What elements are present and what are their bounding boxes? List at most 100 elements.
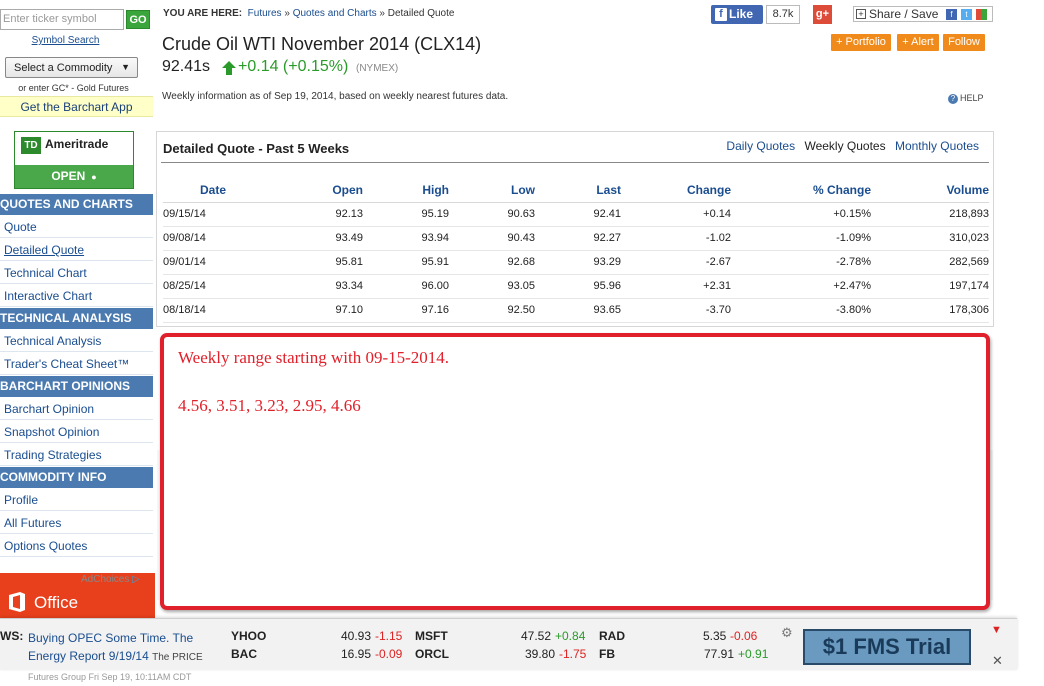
google-plus-button[interactable]: g+ [813, 5, 832, 24]
adchoices-link[interactable]: AdChoices ▷ [81, 574, 140, 585]
col-pct-change: % Change [731, 178, 871, 203]
annotation-box: Weekly range starting with 09-15-2014. 4… [160, 333, 990, 610]
ticker-quote[interactable]: YHOO 40.93 -1.15 [231, 629, 404, 643]
help-link[interactable]: ? HELP [948, 93, 984, 104]
cell-open: 95.81 [263, 250, 363, 275]
cell-last: 95.96 [535, 274, 621, 299]
table-row: 09/01/14 95.81 95.91 92.68 93.29 -2.67 -… [163, 250, 989, 275]
breadcrumb-detailed-quote: Detailed Quote [387, 8, 455, 19]
tab-monthly-quotes[interactable]: Monthly Quotes [895, 139, 979, 153]
commodity-select[interactable]: Select a Commodity ▼ [5, 57, 138, 78]
ticker-quote[interactable]: ORCL 39.80 -1.75 [415, 647, 590, 661]
quote-period-tabs: Daily Quotes Weekly Quotes Monthly Quote… [720, 139, 979, 153]
news-meta: Futures Group Fri Sep 19, 10:11AM CDT [28, 672, 192, 682]
nav-header-commodity-info: COMMODITY INFO [0, 467, 153, 488]
google-share-icon[interactable] [976, 9, 987, 20]
plus-icon: + [856, 9, 866, 19]
cell-low: 90.43 [449, 226, 535, 251]
sidebar-item-interactive-chart[interactable]: Interactive Chart [0, 285, 153, 307]
table-row: 09/15/14 92.13 95.19 90.63 92.41 +0.14 +… [163, 202, 989, 227]
cell-high: 95.91 [363, 250, 449, 275]
cell-change: -1.02 [621, 226, 731, 251]
col-open: Open [263, 178, 363, 203]
fms-trial-ad[interactable]: $1 FMS Trial [803, 629, 971, 665]
ticker-symbol: RAD [599, 629, 625, 643]
table-row: 08/25/14 93.34 96.00 93.05 95.96 +2.31 +… [163, 274, 989, 299]
ticker-quote[interactable]: MSFT 47.52 +0.84 [415, 629, 590, 643]
breadcrumb-quotes-and-charts[interactable]: Quotes and Charts [293, 8, 377, 19]
cell-change: -2.67 [621, 250, 731, 275]
barchart-app-link[interactable]: Get the Barchart App [0, 96, 153, 117]
ticker-change: +0.84 [555, 629, 586, 643]
enter-gc-hint: or enter GC* - Gold Futures [18, 83, 129, 93]
ticker-change: -1.15 [375, 629, 403, 643]
cell-date: 09/15/14 [163, 202, 263, 227]
page-title: Crude Oil WTI November 2014 (CLX14) [162, 34, 482, 54]
you-are-here-label: YOU ARE HERE: [163, 8, 243, 19]
cell-change: +0.14 [621, 202, 731, 227]
sidebar-item-cheat-sheet[interactable]: Trader's Cheat Sheet™ [0, 353, 153, 375]
ticker-search-row: Enter ticker symbol GO [0, 9, 153, 31]
nav-header-barchart-opinions: BARCHART OPINIONS [0, 376, 153, 397]
ticker-quote[interactable]: RAD 5.35 -0.06 [599, 629, 774, 643]
cell-low: 92.50 [449, 298, 535, 323]
collapse-arrow-icon[interactable]: ▼ [991, 624, 1002, 636]
nav-header-technical-analysis: TECHNICAL ANALYSIS [0, 308, 153, 329]
sidebar-item-snapshot-opinion[interactable]: Snapshot Opinion [0, 421, 153, 443]
left-sidebar: Enter ticker symbol GO Symbol Search Sel… [0, 0, 155, 620]
sidebar-item-options-quotes[interactable]: Options Quotes [0, 535, 153, 557]
gear-icon[interactable]: ⚙ [781, 625, 793, 641]
td-open-button[interactable]: OPEN ● [15, 165, 133, 188]
cell-pct-change: -1.09% [731, 226, 871, 251]
ticker-symbol-input[interactable]: Enter ticker symbol [0, 9, 124, 30]
sidebar-item-technical-chart[interactable]: Technical Chart [0, 262, 153, 284]
go-button[interactable]: GO [126, 10, 150, 29]
facebook-share-icon[interactable]: f [946, 9, 957, 20]
news-headline-link[interactable]: Buying OPEC Some Time. The Energy Report… [28, 629, 218, 686]
sidebar-item-barchart-opinion[interactable]: Barchart Opinion [0, 398, 153, 420]
ticker-symbol: BAC [231, 647, 257, 661]
sidebar-item-all-futures[interactable]: All Futures [0, 512, 153, 534]
symbol-search-link[interactable]: Symbol Search [0, 35, 131, 46]
share-save-button[interactable]: + Share / Save f t [853, 6, 993, 22]
ticker-quote[interactable]: FB 77.91 +0.91 [599, 647, 774, 661]
ticker-quote[interactable]: BAC 16.95 -0.09 [231, 647, 404, 661]
cell-last: 92.41 [535, 202, 621, 227]
table-header-row: Date Open High Low Last Change % Change … [163, 178, 989, 203]
cell-open: 97.10 [263, 298, 363, 323]
sidebar-item-technical-analysis[interactable]: Technical Analysis [0, 330, 153, 352]
facebook-like-button[interactable]: f Like [711, 5, 763, 24]
cell-date: 08/25/14 [163, 274, 263, 299]
facebook-like-label: Like [729, 7, 754, 21]
panel-title: Detailed Quote - Past 5 Weeks [163, 141, 350, 156]
cell-pct-change: -2.78% [731, 250, 871, 275]
cell-volume: 197,174 [871, 274, 989, 299]
ticker-change: -1.75 [559, 647, 587, 661]
td-ameritrade-ad[interactable]: TD Ameritrade OPEN ● [14, 131, 134, 189]
follow-button[interactable]: Follow [943, 34, 985, 51]
sidebar-item-profile[interactable]: Profile [0, 489, 153, 511]
ticker-change: -0.06 [730, 629, 758, 643]
annotation-heading: Weekly range starting with 09-15-2014. [178, 348, 450, 367]
twitter-share-icon[interactable]: t [961, 9, 972, 20]
tab-daily-quotes[interactable]: Daily Quotes [726, 139, 795, 153]
ticker-symbol: MSFT [415, 629, 448, 643]
close-icon[interactable]: ✕ [992, 653, 1003, 669]
col-date: Date [163, 178, 263, 203]
ticker-change: -0.09 [375, 647, 403, 661]
sidebar-item-quote[interactable]: Quote [0, 216, 153, 238]
ticker-bar: WS: Buying OPEC Some Time. The Energy Re… [0, 618, 1017, 682]
circle-icon: ● [88, 172, 97, 182]
tab-weekly-quotes[interactable]: Weekly Quotes [804, 139, 885, 153]
cell-low: 93.05 [449, 274, 535, 299]
breadcrumb-futures[interactable]: Futures [248, 8, 282, 19]
ticker-price: 5.35 [703, 629, 727, 643]
add-alert-button[interactable]: + Alert [897, 34, 939, 51]
td-logo-icon: TD [21, 137, 41, 154]
col-change: Change [621, 178, 731, 203]
table-row: 09/08/14 93.49 93.94 90.43 92.27 -1.02 -… [163, 226, 989, 251]
sidebar-item-detailed-quote[interactable]: Detailed Quote [0, 239, 153, 261]
add-portfolio-button[interactable]: + Portfolio [831, 34, 891, 51]
sidebar-item-trading-strategies[interactable]: Trading Strategies [0, 444, 153, 466]
last-price: 92.41s [162, 58, 211, 75]
